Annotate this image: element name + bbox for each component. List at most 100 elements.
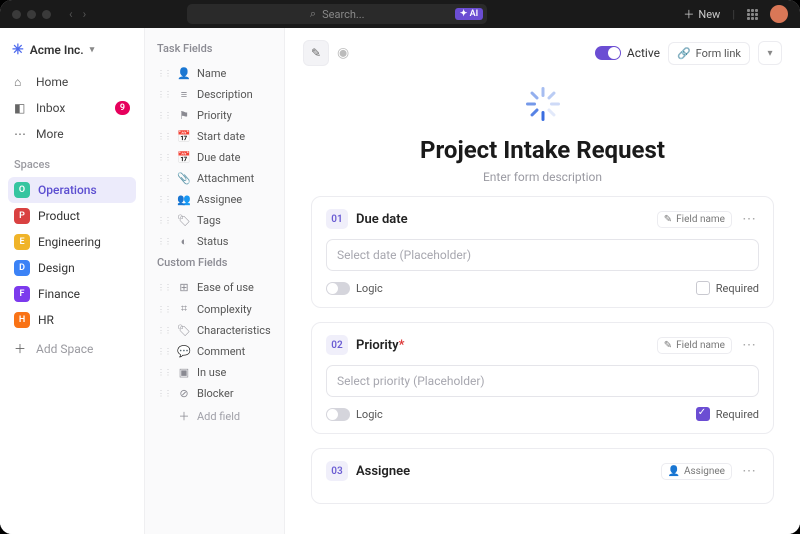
grip-icon[interactable]: ⋮⋮ [157, 90, 171, 99]
ease-icon: ⊞ [178, 281, 190, 294]
field-label: Blocker [197, 387, 234, 400]
history-forward-icon[interactable]: › [83, 7, 87, 21]
field-item-due-date[interactable]: ⋮⋮📅Due date [151, 147, 278, 168]
grip-icon[interactable]: ⋮⋮ [157, 283, 171, 292]
field-item-blocker[interactable]: ⋮⋮⊘Blocker [151, 383, 278, 404]
field-item-priority[interactable]: ⋮⋮⚑Priority [151, 105, 278, 126]
grip-icon[interactable]: ⋮⋮ [157, 216, 171, 225]
sidebar-space-engineering[interactable]: EEngineering [8, 229, 136, 255]
apps-icon[interactable] [747, 9, 758, 20]
user-icon: 👤 [178, 67, 190, 80]
field-name-chip[interactable]: ✎Field name [657, 337, 732, 354]
form-title[interactable]: Project Intake Request [285, 136, 800, 164]
field-item-comment[interactable]: ⋮⋮💬Comment [151, 341, 278, 362]
field-item-name[interactable]: ⋮⋮👤Name [151, 63, 278, 84]
sidebar-space-product[interactable]: PProduct [8, 203, 136, 229]
grip-icon[interactable]: ⋮⋮ [157, 69, 171, 78]
more-icon: ⋯ [14, 127, 28, 141]
nav-more[interactable]: ⋯More [8, 122, 136, 146]
workspace-switcher[interactable]: ✳ Acme Inc. ▾ [8, 38, 136, 68]
space-badge: F [14, 286, 30, 302]
cal-icon: 📅 [178, 130, 190, 143]
form-subtitle[interactable]: Enter form description [285, 170, 800, 184]
chevron-down-icon: ▾ [90, 45, 95, 55]
field-item-ease-of-use[interactable]: ⋮⋮⊞Ease of use [151, 277, 278, 298]
history-back-icon[interactable]: ‹ [69, 7, 73, 21]
window-controls[interactable] [12, 10, 51, 19]
grip-icon[interactable]: ⋮⋮ [157, 326, 171, 335]
field-item-complexity[interactable]: ⋮⋮⌗Complexity [151, 298, 278, 320]
field-item-start-date[interactable]: ⋮⋮📅Start date [151, 126, 278, 147]
spaces-heading: Spaces [8, 148, 136, 175]
chip-icon: 👤 [668, 466, 680, 477]
form-link-menu[interactable]: ▾ [758, 41, 782, 65]
form-field-card-due-date[interactable]: 01 Due date ✎Field name ⋯ Select date (Place… [311, 196, 774, 308]
field-number: 01 [326, 209, 348, 229]
use-icon: ▣ [178, 366, 190, 379]
avatar[interactable] [770, 5, 788, 23]
required-checkbox[interactable] [696, 281, 710, 295]
custom-fields-heading: Custom Fields [151, 252, 278, 277]
global-search[interactable]: ⌕ Search... ✦ AI [187, 4, 487, 24]
fields-panel: Task Fields ⋮⋮👤Name⋮⋮≡Description⋮⋮⚑Prio… [145, 28, 285, 534]
logic-toggle[interactable] [326, 282, 350, 295]
edit-mode-button[interactable]: ✎ [303, 40, 329, 66]
field-menu-button[interactable]: ⋯ [740, 211, 759, 227]
logic-label: Logic [356, 282, 383, 295]
grip-icon[interactable]: ⋮⋮ [157, 389, 171, 398]
field-menu-button[interactable]: ⋯ [740, 337, 759, 353]
required-label: Required [716, 282, 759, 295]
sidebar-space-design[interactable]: DDesign [8, 255, 136, 281]
new-button[interactable]: ＋ New [683, 6, 720, 22]
sidebar-space-hr[interactable]: HHR [8, 307, 136, 333]
preview-mode-button[interactable]: ◉ [337, 45, 349, 61]
plus-icon: ＋ [178, 408, 190, 424]
field-item-assignee[interactable]: ⋮⋮👥Assignee [151, 189, 278, 210]
char-icon: 🏷 [178, 324, 190, 337]
field-title[interactable]: Assignee [356, 464, 410, 479]
grip-icon[interactable]: ⋮⋮ [157, 153, 171, 162]
grip-icon[interactable]: ⋮⋮ [157, 347, 171, 356]
form-field-card-assignee[interactable]: 03Assignee👤Assignee⋯ [311, 448, 774, 504]
cal-icon: 📅 [178, 151, 190, 164]
space-label: HR [38, 313, 54, 327]
toggle-on-icon [595, 46, 621, 60]
chip-icon: ✎ [664, 340, 672, 351]
grip-icon[interactable]: ⋮⋮ [157, 305, 171, 314]
sidebar-space-operations[interactable]: OOperations [8, 177, 136, 203]
grip-icon[interactable]: ⋮⋮ [157, 111, 171, 120]
ai-badge[interactable]: ✦ AI [455, 8, 483, 20]
field-item-attachment[interactable]: ⋮⋮📎Attachment [151, 168, 278, 189]
field-item-characteristics[interactable]: ⋮⋮🏷Characteristics [151, 320, 278, 341]
sidebar-space-finance[interactable]: FFinance [8, 281, 136, 307]
form-field-card-priority[interactable]: 02Priority*✎Field name⋯Select priority (… [311, 322, 774, 434]
field-placeholder-input[interactable]: Select date (Placeholder) [326, 239, 759, 271]
required-checkbox[interactable] [696, 407, 710, 421]
field-item-tags[interactable]: ⋮⋮🏷Tags [151, 210, 278, 231]
field-placeholder-input[interactable]: Select priority (Placeholder) [326, 365, 759, 397]
field-item-in-use[interactable]: ⋮⋮▣In use [151, 362, 278, 383]
nav-home[interactable]: ⌂Home [8, 70, 136, 94]
field-item-description[interactable]: ⋮⋮≡Description [151, 84, 278, 105]
space-label: Engineering [38, 235, 101, 249]
active-toggle[interactable]: Active [595, 46, 660, 60]
field-menu-button[interactable]: ⋯ [740, 463, 759, 479]
field-item-status[interactable]: ⋮⋮◐Status [151, 231, 278, 252]
nav-inbox[interactable]: ◧Inbox9 [8, 96, 136, 120]
titlebar: ‹ › ⌕ Search... ✦ AI ＋ New | [0, 0, 800, 28]
field-title[interactable]: Due date [356, 212, 408, 227]
nav-arrows[interactable]: ‹ › [69, 7, 86, 21]
grip-icon[interactable]: ⋮⋮ [157, 132, 171, 141]
field-name-chip[interactable]: 👤Assignee [661, 463, 732, 480]
grip-icon[interactable]: ⋮⋮ [157, 237, 171, 246]
field-name-chip[interactable]: ✎Field name [657, 211, 732, 228]
add-field-button[interactable]: ⋮⋮＋Add field [151, 404, 278, 428]
grip-icon[interactable]: ⋮⋮ [157, 195, 171, 204]
grip-icon[interactable]: ⋮⋮ [157, 174, 171, 183]
grip-icon[interactable]: ⋮⋮ [157, 368, 171, 377]
field-title[interactable]: Priority* [356, 338, 404, 353]
plus-icon: ＋ [14, 340, 28, 357]
add-space-button[interactable]: ＋Add Space [8, 335, 136, 362]
logic-toggle[interactable] [326, 408, 350, 421]
form-link-button[interactable]: 🔗Form link [668, 42, 750, 65]
